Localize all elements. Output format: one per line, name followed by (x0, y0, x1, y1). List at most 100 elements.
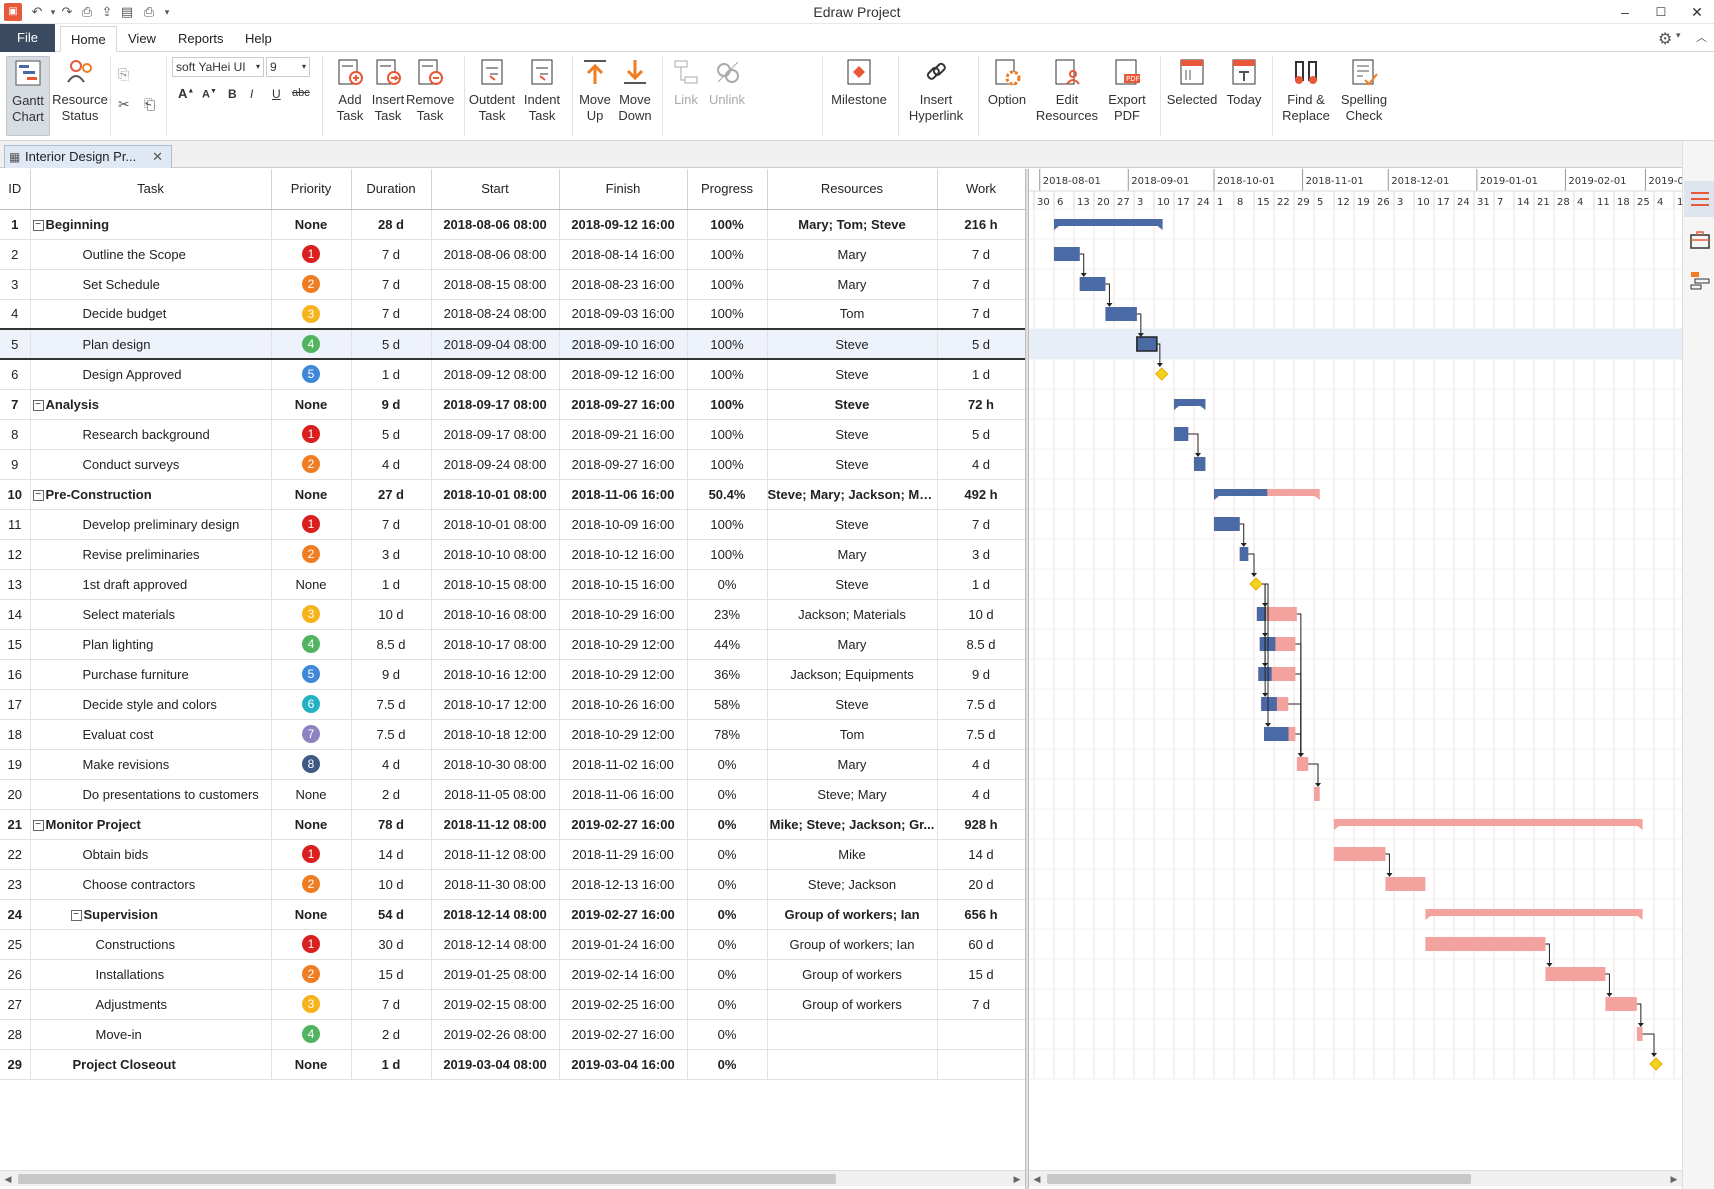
tab-reports[interactable]: Reports (168, 26, 234, 52)
table-row[interactable]: 5 Plan design 4 5 d 2018-09-04 08:00 2018-09-… (0, 328, 1025, 360)
cell-resources[interactable]: Steve; Mary (767, 779, 938, 810)
document-tab[interactable]: ▦ Interior Design Pr... ✕ (4, 145, 172, 168)
cell-start[interactable]: 2018-11-12 08:00 (431, 809, 560, 840)
table-row[interactable]: 25 Constructions 1 30 d 2018-12-14 08:00 2019… (0, 929, 1025, 960)
tab-home[interactable]: Home (60, 26, 117, 52)
cell-duration[interactable]: 7.5 d (351, 719, 432, 750)
cell-progress[interactable]: 0% (687, 929, 768, 960)
cell-priority[interactable]: 8 (271, 749, 352, 780)
cell-resources[interactable]: Steve (767, 419, 938, 450)
cell-resources[interactable]: Mary (767, 239, 938, 270)
cell-work[interactable]: 5 d (937, 328, 1025, 360)
scroll-left-icon[interactable]: ◀ (1029, 1171, 1045, 1187)
cell-duration[interactable]: 5 d (351, 419, 432, 450)
cell-duration[interactable]: 78 d (351, 809, 432, 840)
cell-start[interactable]: 2018-09-12 08:00 (431, 359, 560, 390)
cell-task[interactable]: Purchase furniture (30, 659, 272, 690)
close-icon[interactable]: ✕ (1682, 2, 1712, 22)
cell-finish[interactable]: 2019-02-25 16:00 (559, 989, 688, 1020)
cell-start[interactable]: 2018-08-06 08:00 (431, 239, 560, 270)
cell-priority[interactable]: None (271, 569, 352, 600)
cell-priority[interactable]: 4 (271, 1019, 352, 1050)
insert-hyperlink-button[interactable]: Insert Hyperlink (904, 56, 968, 124)
cell-duration[interactable]: 7 d (351, 989, 432, 1020)
outdent-task-button[interactable]: Outdent Task (468, 56, 516, 124)
cell-priority[interactable]: None (271, 899, 352, 930)
remove-task-button[interactable]: Remove Task (406, 56, 454, 124)
cell-work[interactable]: 216 h (937, 209, 1025, 240)
cell-finish[interactable]: 2018-10-29 12:00 (559, 719, 688, 750)
cell-task[interactable]: Do presentations to customers (30, 779, 272, 810)
scroll-right-icon[interactable]: ▶ (1666, 1171, 1682, 1187)
cell-id[interactable]: 26 (0, 959, 31, 990)
cell-start[interactable]: 2018-10-16 08:00 (431, 599, 560, 630)
cell-duration[interactable]: 5 d (351, 328, 432, 360)
font-name-select[interactable]: soft YaHei UI ▾ (172, 57, 264, 77)
table-row[interactable]: 19 Make revisions 8 4 d 2018-10-30 08:00 2018… (0, 749, 1025, 780)
cell-priority[interactable]: 5 (271, 359, 352, 390)
cell-progress[interactable]: 0% (687, 1049, 768, 1080)
copy-icon[interactable]: ⎘ (118, 66, 129, 83)
cell-start[interactable]: 2018-09-17 08:00 (431, 389, 560, 420)
cell-duration[interactable]: 4 d (351, 449, 432, 480)
cell-progress[interactable]: 100% (687, 299, 768, 330)
cell-priority[interactable]: 1 (271, 239, 352, 270)
cell-task[interactable]: Select materials (30, 599, 272, 630)
column-header-progress[interactable]: Progress (687, 169, 768, 210)
cell-task[interactable]: − Pre-Construction (30, 479, 272, 510)
cell-id[interactable]: 1 (0, 209, 31, 240)
move-down-button[interactable]: Move Down (614, 56, 656, 124)
cell-finish[interactable]: 2018-10-29 12:00 (559, 629, 688, 660)
table-row[interactable]: 3 Set Schedule 2 7 d 2018-08-15 08:00 2018-08… (0, 269, 1025, 300)
table-row[interactable]: 10− Pre-Construction None 27 d 2018-10-01 08… (0, 479, 1025, 510)
cell-resources[interactable] (767, 1049, 938, 1080)
table-row[interactable]: 8 Research background 1 5 d 2018-09-17 08:00… (0, 419, 1025, 450)
table-row[interactable]: 21− Monitor Project None 78 d 2018-11-12 08:… (0, 809, 1025, 840)
paste-icon[interactable]: ⎗ (144, 96, 155, 113)
selected-button[interactable]: Selected (1164, 56, 1220, 108)
collapse-toggle-icon[interactable]: − (70, 909, 82, 921)
link-button[interactable]: Link (666, 56, 706, 108)
cell-work[interactable]: 7.5 d (937, 719, 1025, 750)
table-row[interactable]: 1− Beginning None 28 d 2018-08-06 08:00 2018-… (0, 209, 1025, 240)
table-row[interactable]: 14 Select materials 3 10 d 2018-10-16 08:00 2… (0, 599, 1025, 630)
cell-work[interactable]: 4 d (937, 449, 1025, 480)
cell-task[interactable]: Constructions (30, 929, 272, 960)
cell-work[interactable]: 7 d (937, 239, 1025, 270)
table-row[interactable]: 15 Plan lighting 4 8.5 d 2018-10-17 08:00 201… (0, 629, 1025, 660)
cell-duration[interactable]: 54 d (351, 899, 432, 930)
cell-priority[interactable]: None (271, 1049, 352, 1080)
cell-priority[interactable]: 5 (271, 659, 352, 690)
cell-start[interactable]: 2018-08-06 08:00 (431, 209, 560, 240)
cell-priority[interactable]: None (271, 209, 352, 240)
cell-progress[interactable]: 0% (687, 779, 768, 810)
bold-icon[interactable]: B (228, 87, 237, 101)
resource-status-button[interactable]: Resource Status (52, 56, 108, 124)
cell-start[interactable]: 2018-11-12 08:00 (431, 839, 560, 870)
cell-priority[interactable]: 7 (271, 719, 352, 750)
cell-finish[interactable]: 2018-09-12 16:00 (559, 209, 688, 240)
collapse-toggle-icon[interactable]: − (32, 819, 44, 831)
cell-resources[interactable]: Steve (767, 509, 938, 540)
cell-priority[interactable]: 1 (271, 839, 352, 870)
cell-duration[interactable]: 4 d (351, 749, 432, 780)
cell-start[interactable]: 2018-10-18 12:00 (431, 719, 560, 750)
add-task-button[interactable]: Add Task (330, 56, 370, 124)
cell-progress[interactable]: 0% (687, 899, 768, 930)
cell-work[interactable]: 3 d (937, 539, 1025, 570)
export-pdf-button[interactable]: PDF Export PDF (1100, 56, 1154, 124)
cell-work[interactable]: 7.5 d (937, 689, 1025, 720)
cell-start[interactable]: 2019-01-25 08:00 (431, 959, 560, 990)
cell-resources[interactable]: Tom (767, 719, 938, 750)
cell-finish[interactable]: 2018-10-26 16:00 (559, 689, 688, 720)
table-row[interactable]: 23 Choose contractors 2 10 d 2018-11-30 08:0… (0, 869, 1025, 900)
cell-progress[interactable]: 100% (687, 209, 768, 240)
cell-id[interactable]: 18 (0, 719, 31, 750)
table-row[interactable]: 17 Decide style and colors 6 7.5 d 2018-10-1… (0, 689, 1025, 720)
cell-progress[interactable]: 100% (687, 419, 768, 450)
cell-task[interactable]: Set Schedule (30, 269, 272, 300)
cell-task[interactable]: Obtain bids (30, 839, 272, 870)
cell-start[interactable]: 2019-03-04 08:00 (431, 1049, 560, 1080)
cell-work[interactable] (937, 1019, 1025, 1050)
cell-duration[interactable]: 1 d (351, 1049, 432, 1080)
